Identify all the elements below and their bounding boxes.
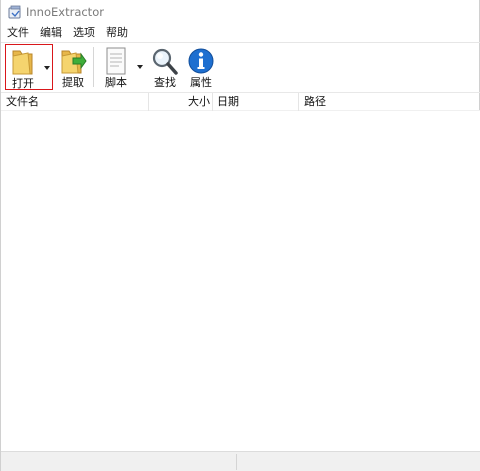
find-button[interactable]: 查找 [149, 44, 181, 90]
script-label: 脚本 [105, 76, 127, 89]
status-pane-left [1, 454, 237, 470]
menu-edit[interactable]: 编辑 [34, 24, 67, 42]
column-header-date[interactable]: 日期 [217, 93, 239, 111]
extract-button[interactable]: 提取 [56, 44, 90, 90]
magnifier-icon [149, 46, 181, 76]
window-title: InnoExtractor [26, 5, 104, 19]
properties-button[interactable]: 属性 [185, 44, 217, 90]
status-pane-right [237, 454, 480, 470]
menu-help[interactable]: 帮助 [100, 24, 133, 42]
script-dropdown-icon[interactable] [137, 65, 143, 69]
open-main[interactable]: 打开 [6, 45, 40, 90]
script-button[interactable]: 脚本 [101, 44, 131, 90]
folder-open-icon [7, 47, 39, 77]
status-bar [1, 451, 480, 471]
app-window: InnoExtractor 文件 编辑 选项 帮助 打开 提取 脚本 查找 属性… [0, 0, 480, 471]
toolbar: 打开 提取 脚本 查找 属性 [1, 42, 480, 92]
column-divider[interactable] [212, 93, 213, 111]
extract-label: 提取 [62, 76, 84, 89]
script-document-icon [100, 46, 132, 76]
title-bar: InnoExtractor [1, 0, 480, 24]
file-list[interactable] [1, 111, 480, 451]
find-label: 查找 [154, 76, 176, 89]
open-button[interactable]: 打开 [5, 44, 53, 90]
toolbar-separator [93, 47, 94, 87]
open-dropdown-icon[interactable] [44, 66, 50, 70]
column-header-path[interactable]: 路径 [304, 93, 326, 111]
extract-folder-icon [57, 46, 89, 76]
properties-label: 属性 [190, 76, 212, 89]
file-list-header: 文件名 大小 日期 路径 [1, 92, 480, 111]
column-header-size[interactable]: 大小 [188, 93, 210, 111]
app-icon [8, 5, 21, 19]
column-divider[interactable] [298, 93, 299, 111]
menu-bar: 文件 编辑 选项 帮助 [1, 24, 133, 42]
info-icon [185, 46, 217, 76]
open-label: 打开 [12, 77, 34, 90]
menu-options[interactable]: 选项 [67, 24, 100, 42]
column-header-filename[interactable]: 文件名 [6, 93, 39, 111]
column-divider[interactable] [148, 93, 149, 111]
menu-file[interactable]: 文件 [1, 24, 34, 42]
